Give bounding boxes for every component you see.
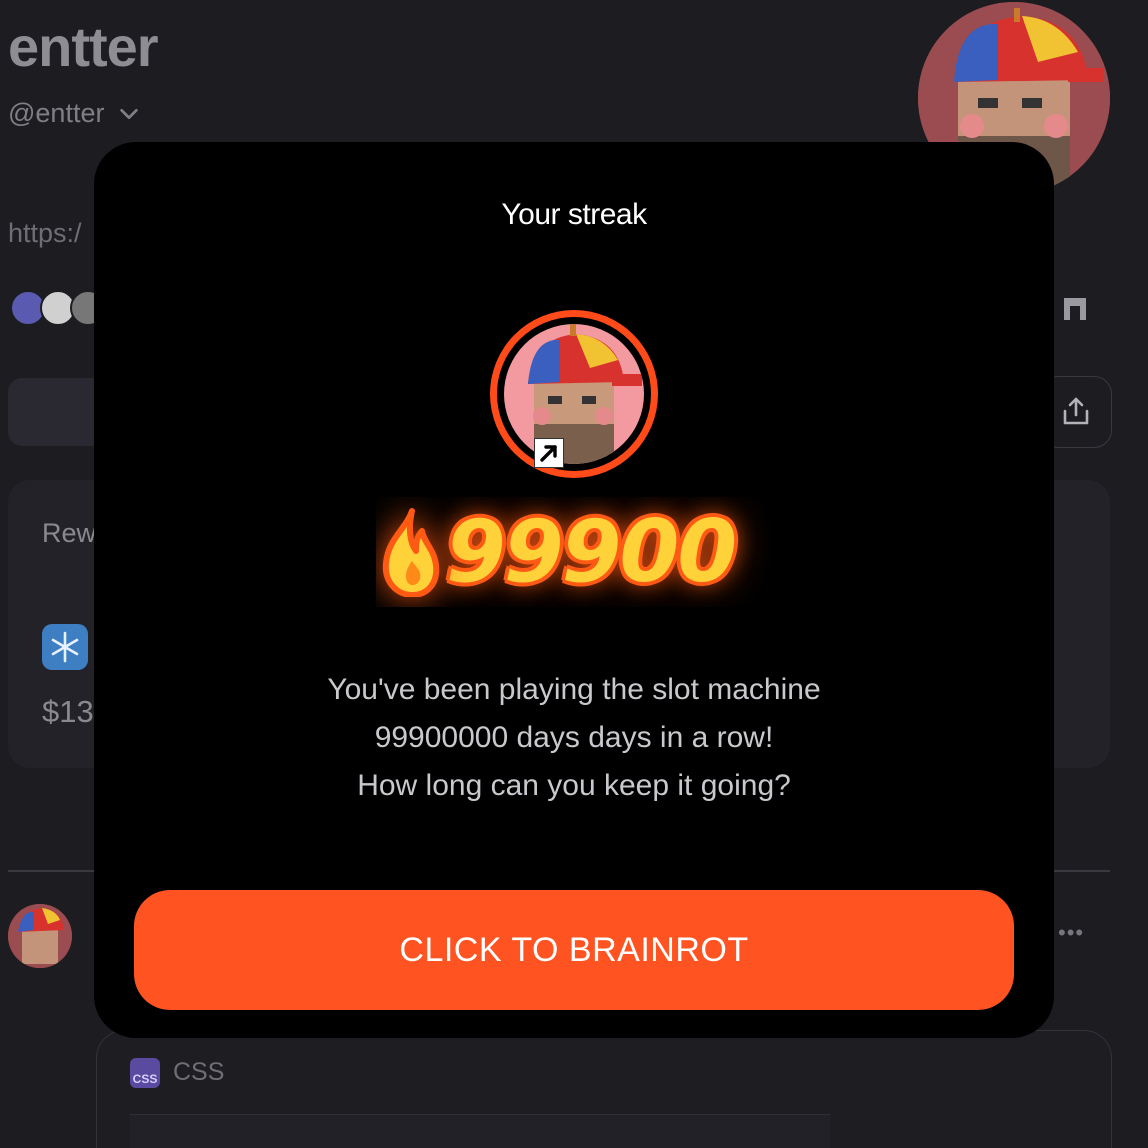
page: entter @entter https:/ Rew $13 ••• CSS C… xyxy=(0,0,1148,1148)
streak-avatar-frame xyxy=(497,317,651,471)
streak-count: 99900 xyxy=(446,502,737,602)
profile-name: entter xyxy=(8,15,159,78)
more-options-button[interactable]: ••• xyxy=(1058,920,1084,946)
streak-message-line: 99900000 days days in a row! xyxy=(374,721,774,754)
follower-avatars[interactable] xyxy=(10,290,106,326)
shortcut-arrow-icon xyxy=(534,438,564,468)
gate-icon[interactable] xyxy=(1060,292,1090,322)
brainrot-button[interactable]: CLICK TO BRAINROT xyxy=(134,890,1014,1010)
streak-message: You've been playing the slot machine 999… xyxy=(94,666,1054,810)
profile-link[interactable]: https:/ xyxy=(8,218,82,249)
streak-message-line: You've been playing the slot machine xyxy=(327,673,821,706)
share-icon xyxy=(1063,397,1089,425)
css-file-icon: CSS xyxy=(130,1058,160,1088)
rewards-label: Rew xyxy=(42,518,97,548)
streak-counter: 99900 xyxy=(376,497,771,607)
streak-modal: Your streak 99900 You've been playing th… xyxy=(94,142,1054,1038)
streak-counter-content: 99900 xyxy=(376,497,737,607)
flame-icon xyxy=(382,508,440,597)
streak-avatar-image xyxy=(504,324,644,464)
profile-handle-selector[interactable]: @entter xyxy=(8,98,140,129)
chevron-down-icon xyxy=(120,108,139,119)
streak-message-line: How long can you keep it going? xyxy=(357,769,791,802)
snowflake-icon xyxy=(42,624,88,670)
code-block xyxy=(130,1114,830,1148)
modal-title: Your streak xyxy=(501,198,647,231)
streak-avatar-ring xyxy=(490,310,658,478)
code-language-label: CSS xyxy=(173,1058,225,1086)
post-avatar[interactable] xyxy=(8,904,72,968)
rewards-amount: $13 xyxy=(42,694,94,729)
streak-avatar xyxy=(504,324,644,464)
profile-handle: @entter xyxy=(8,98,105,128)
